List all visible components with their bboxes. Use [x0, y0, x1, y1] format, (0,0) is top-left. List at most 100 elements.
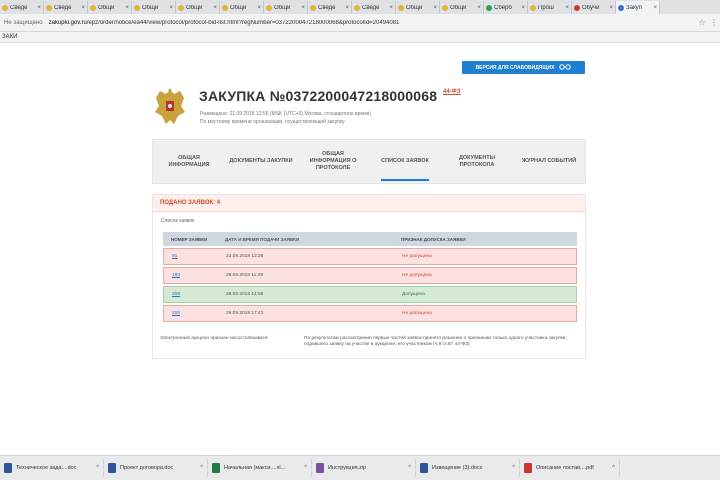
tab-close-icon[interactable]: ×: [37, 5, 41, 11]
chevron-up-icon[interactable]: ^: [200, 465, 203, 471]
column-header-admission: ПРИЗНАК ДОПУСКА ЗАЯВКИ: [401, 236, 466, 242]
law-badge-link[interactable]: 44-ФЗ: [443, 89, 461, 95]
browser-tab-label: Сберб: [494, 4, 512, 11]
word-file-icon: [4, 463, 12, 473]
tab-3[interactable]: СПИСОК ЗАЯВОК: [369, 140, 441, 183]
bid-number-link[interactable]: 208: [164, 292, 222, 297]
chevron-up-icon[interactable]: ^: [96, 465, 99, 471]
pdf-file-icon: [524, 463, 532, 473]
browser-tab[interactable]: Общи ×: [396, 1, 440, 14]
browser-tab-label: Общи: [406, 4, 423, 11]
download-item[interactable]: Техническое зада....doc ^: [0, 459, 104, 477]
bid-number-link[interactable]: 206: [164, 311, 222, 316]
bid-datetime: 23.09.2018 13:28: [226, 254, 264, 259]
browser-tab-strip: Сведе × Сведе × Общи × Общи × Общи × Общи × Общи × Све…: [0, 0, 720, 14]
auction-result-detail: По результатам рассмотрения первых часте…: [304, 336, 567, 347]
chevron-up-icon[interactable]: ^: [304, 465, 307, 471]
browser-tab[interactable]: Сведе ×: [308, 1, 352, 14]
favicon-icon: [222, 4, 228, 11]
bid-admission-status: Допущена: [402, 292, 425, 297]
favicon-icon: [310, 4, 316, 11]
browser-tab[interactable]: Общи ×: [220, 1, 264, 14]
favicon-icon: [574, 4, 580, 11]
tab-close-icon[interactable]: ×: [609, 5, 613, 11]
download-bar: Техническое зада....doc ^ Проект договора.…: [0, 455, 720, 480]
tab-close-icon[interactable]: ×: [565, 5, 569, 11]
download-item-label: Инструкция.zip: [328, 465, 367, 471]
tab-2[interactable]: ОБЩАЯ ИНФОРМАЦИЯ О ПРОТОКОЛЕ: [297, 140, 369, 183]
tab-close-icon[interactable]: ×: [521, 5, 525, 11]
tab-close-icon[interactable]: ×: [169, 5, 173, 11]
browser-tab-label: Обучи: [582, 4, 600, 11]
browser-tab-label: Сведе: [54, 4, 72, 11]
browser-tab[interactable]: Прош ×: [528, 1, 572, 14]
bookmark-item[interactable]: ЗАКИ: [2, 34, 17, 40]
bookmark-star-icon[interactable]: ☆: [696, 18, 708, 27]
tab-close-icon[interactable]: ×: [81, 5, 85, 11]
download-item[interactable]: Извещение (3).docx ^: [416, 459, 520, 477]
browser-tab[interactable]: Обучи ×: [572, 1, 616, 14]
favicon-icon: [134, 4, 140, 11]
tab-close-icon[interactable]: ×: [477, 5, 481, 11]
browser-menu-icon[interactable]: ⋮: [708, 18, 720, 27]
auction-result-note: Электронный аукцион признан несостоявшим…: [160, 336, 268, 341]
browser-tab-label: Сведе: [362, 4, 380, 11]
bid-admission-status: Не допущена: [402, 254, 432, 259]
browser-tab-label: Сведе: [318, 4, 336, 11]
download-item-label: Извещение (3).docx: [432, 465, 483, 471]
browser-tab-label: Общи: [142, 4, 159, 11]
table-row: 91 23.09.2018 13:28 Не допущена: [163, 248, 577, 265]
favicon-icon: [486, 4, 492, 11]
url-text[interactable]: zakupki.gov.ru/epz/order/notice/ea44/vie…: [49, 20, 696, 26]
download-item-label: Описание постав....pdf: [536, 465, 594, 471]
tab-close-icon[interactable]: ×: [653, 5, 657, 11]
column-header-datetime: ДАТА И ВРЕМЯ ПОДАЧИ ЗАЯВКИ: [225, 236, 300, 242]
download-item[interactable]: Описание постав....pdf ^: [520, 459, 620, 477]
browser-tab[interactable]: Общи ×: [88, 1, 132, 14]
browser-tab[interactable]: Сведе ×: [352, 1, 396, 14]
browser-tab[interactable]: Общи ×: [132, 1, 176, 14]
browser-tab[interactable]: Общи ×: [264, 1, 308, 14]
tab-1[interactable]: ДОКУМЕНТЫ ЗАКУПКИ: [225, 140, 297, 183]
browser-tab[interactable]: Общи ×: [440, 1, 484, 14]
favicon-icon: [178, 4, 184, 11]
chevron-up-icon[interactable]: ^: [512, 465, 515, 471]
download-item[interactable]: Начальная (макси....xl... ^: [208, 459, 312, 477]
coat-of-arms-icon: [152, 86, 188, 128]
browser-tab[interactable]: Сберб ×: [484, 1, 528, 14]
bid-admission-status: Не допущена: [402, 273, 432, 278]
tab-0[interactable]: ОБЩАЯ ИНФОРМАЦИЯ: [153, 140, 225, 183]
tab-close-icon[interactable]: ×: [433, 5, 437, 11]
browser-tab-label: Общи: [186, 4, 203, 11]
word-file-icon: [108, 463, 116, 473]
tab-4[interactable]: ДОКУМЕНТЫ ПРОТОКОЛА: [441, 140, 513, 183]
word-file-icon: [420, 463, 428, 473]
chevron-up-icon[interactable]: ^: [408, 465, 411, 471]
bids-table-header: НОМЕР ЗАЯВКИ ДАТА И ВРЕМЯ ПОДАЧИ ЗАЯВКИ …: [163, 232, 577, 246]
zip-file-icon: [316, 463, 324, 473]
timezone-note: По местному времени организации, осущест…: [200, 119, 345, 125]
download-item[interactable]: Инструкция.zip ^: [312, 459, 416, 477]
browser-tab-label: Общи: [98, 4, 115, 11]
low-vision-version-button[interactable]: ВЕРСИЯ ДЛЯ СЛАБОВИДЯЩИХ: [462, 61, 585, 74]
favicon-icon: [442, 4, 448, 11]
browser-tab[interactable]: Закуп ×: [616, 1, 660, 14]
browser-tab[interactable]: Сведе ×: [0, 1, 44, 14]
tab-close-icon[interactable]: ×: [257, 5, 261, 11]
browser-tab[interactable]: Общи ×: [176, 1, 220, 14]
browser-tab[interactable]: Сведе ×: [44, 1, 88, 14]
tab-close-icon[interactable]: ×: [389, 5, 393, 11]
tab-close-icon[interactable]: ×: [345, 5, 349, 11]
tab-5[interactable]: ЖУРНАЛ СОБЫТИЙ: [513, 140, 585, 183]
download-item[interactable]: Проект договора.doc ^: [104, 459, 208, 477]
address-bar[interactable]: Не защищено zakupki.gov.ru/epz/order/not…: [0, 14, 720, 32]
tab-close-icon[interactable]: ×: [301, 5, 305, 11]
chevron-up-icon[interactable]: ^: [612, 465, 615, 471]
tab-close-icon[interactable]: ×: [125, 5, 129, 11]
browser-tab-label: Прош: [538, 4, 554, 11]
bid-number-link[interactable]: 183: [164, 273, 222, 278]
bid-admission-status: Не допущена: [402, 311, 432, 316]
bid-number-link[interactable]: 91: [164, 254, 222, 259]
tab-close-icon[interactable]: ×: [213, 5, 217, 11]
bid-datetime: 28.09.2018 14:56: [226, 292, 264, 297]
